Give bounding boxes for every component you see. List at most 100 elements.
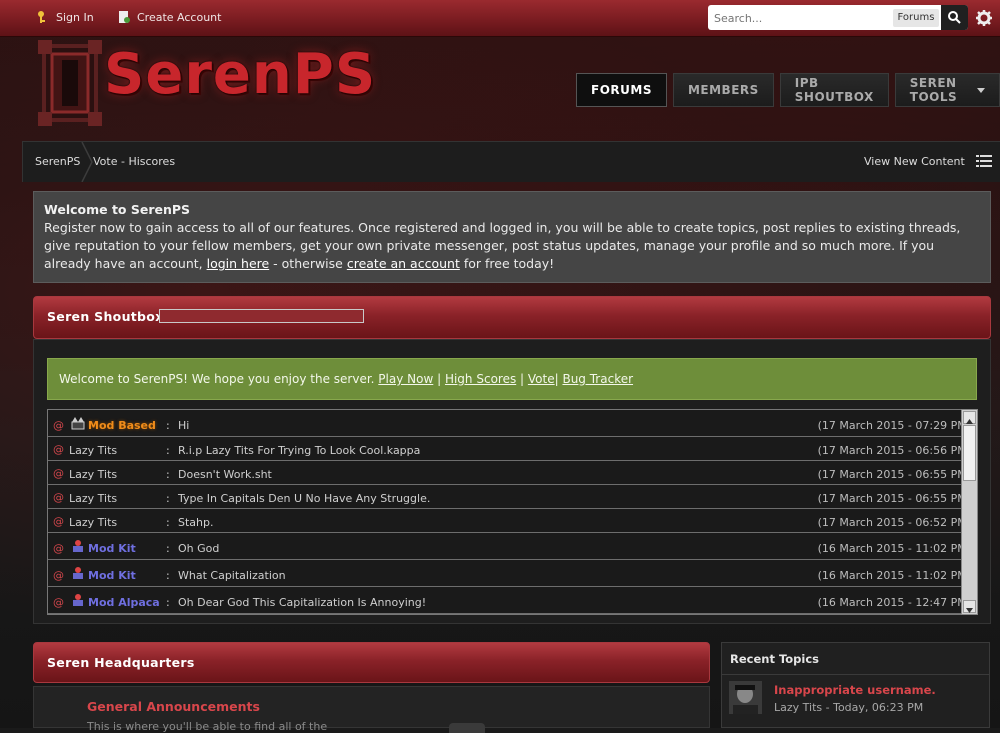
vote-link[interactable]: Vote [528, 372, 555, 386]
shout-time: (17 March 2015 - 07:29 PM) [817, 419, 971, 432]
tab-members[interactable]: MEMBERS [672, 73, 774, 107]
mention-icon[interactable]: @ [53, 515, 64, 528]
shout-user[interactable]: Lazy Tits [69, 444, 117, 457]
scroll-thumb[interactable] [963, 425, 976, 481]
breadcrumb-separator-icon [81, 142, 93, 182]
shout-row: @ Mod Alpaca : Oh Dear God This Capitali… [48, 587, 977, 614]
search-icon [948, 11, 961, 24]
tab-forums[interactable]: FORUMS [576, 73, 667, 107]
avatar[interactable] [729, 681, 762, 714]
category-title-link[interactable]: General Announcements [87, 699, 260, 714]
recent-topic-meta: Lazy Tits - Today, 06:23 PM [774, 701, 924, 714]
view-new-content-link[interactable]: View New Content [864, 155, 965, 168]
shout-user[interactable]: Lazy Tits [69, 492, 117, 505]
category-description: This is where you'll be able to find all… [87, 720, 328, 733]
shout-row: @ Lazy Tits : R.i.p Lazy Tits For Trying… [48, 437, 977, 461]
shout-time: (17 March 2015 - 06:55 PM) [817, 468, 971, 481]
create-account-label: Create Account [137, 10, 222, 24]
shout-list[interactable]: @ Mod Based : Hi (17 March 2015 - 07:29 … [47, 409, 978, 615]
welcome-box: Welcome to SerenPS Register now to gain … [33, 191, 991, 283]
scroll-down-button[interactable] [963, 600, 976, 613]
site-logo[interactable]: SerenPS [36, 40, 375, 148]
mention-icon[interactable]: @ [53, 542, 64, 555]
mod-rank-icon [73, 594, 83, 606]
tab-ipb-shoutbox[interactable]: IPB SHOUTBOX [779, 73, 889, 107]
shout-scrollbar[interactable] [961, 409, 978, 615]
search-button[interactable] [941, 5, 968, 30]
main-nav: FORUMS MEMBERS IPB SHOUTBOX SEREN TOOLS [576, 73, 1000, 107]
welcome-title: Welcome to SerenPS [44, 202, 191, 217]
shoutbox-title: Seren Shoutbox [47, 309, 164, 324]
mention-icon[interactable]: @ [53, 443, 64, 456]
mod-rank-icon [71, 417, 85, 430]
list-icon[interactable] [976, 155, 992, 167]
shout-time: (16 March 2015 - 12:47 PM) [817, 596, 971, 609]
shout-user[interactable]: Mod Alpaca [88, 596, 160, 609]
shout-time: (16 March 2015 - 11:02 PM) [817, 569, 971, 582]
shout-row: @ Lazy Tits : Type In Capitals Den U No … [48, 485, 977, 509]
shout-user[interactable]: Lazy Tits [69, 468, 117, 481]
search-scope-button[interactable]: Forums [893, 9, 939, 27]
shout-user[interactable]: Mod Kit [88, 542, 136, 555]
mention-icon[interactable]: @ [53, 491, 64, 504]
gear-icon[interactable] [975, 9, 993, 27]
shout-time: (17 March 2015 - 06:52 PM) [817, 516, 971, 529]
mention-icon[interactable]: @ [53, 596, 64, 609]
mention-icon[interactable]: @ [53, 467, 64, 480]
mod-rank-icon [73, 567, 83, 579]
logo-emblem-icon [38, 40, 102, 126]
login-link[interactable]: login here [207, 256, 270, 271]
recent-topics-panel: Recent Topics Inappropriate username. La… [721, 642, 990, 728]
shout-row: @ Lazy Tits : Doesn't Work.sht (17 March… [48, 461, 977, 485]
shout-user[interactable]: Mod Based [88, 419, 156, 432]
shout-time: (17 March 2015 - 06:56 PM) [817, 444, 971, 457]
logo-text: SerenPS [104, 42, 377, 107]
breadcrumb-home[interactable]: SerenPS [35, 155, 80, 168]
shout-text: Oh Dear God This Capitalization Is Annoy… [178, 596, 427, 609]
create-account-link[interactable]: Create Account [117, 10, 221, 24]
arrow-down-icon [966, 608, 973, 613]
breadcrumb-current[interactable]: Vote - Hiscores [93, 155, 175, 168]
search-input[interactable] [712, 9, 894, 28]
top-bar: Sign In Create Account Forums [0, 0, 1000, 37]
search-box: Forums [708, 5, 968, 30]
scroll-up-button[interactable] [963, 411, 976, 424]
create-account-inline-link[interactable]: create an account [347, 256, 460, 271]
key-icon [38, 11, 45, 23]
document-add-icon [119, 11, 130, 23]
shout-user[interactable]: Lazy Tits [69, 516, 117, 529]
recent-topics-header: Recent Topics [722, 643, 989, 675]
breadcrumb: SerenPS Vote - Hiscores View New Content [22, 141, 1000, 182]
shout-time: (17 March 2015 - 06:55 PM) [817, 492, 971, 505]
headquarters-title: Seren Headquarters [47, 655, 195, 670]
shout-row: @ Lazy Tits : Stahp. (17 March 2015 - 06… [48, 509, 977, 533]
headquarters-header: Seren Headquarters [33, 642, 710, 683]
mention-icon[interactable]: @ [53, 569, 64, 582]
forum-status-icon [449, 723, 485, 733]
recent-topics-title: Recent Topics [730, 652, 820, 666]
shout-text: Doesn't Work.sht [178, 468, 272, 481]
shout-row: @ Mod Based : Hi (17 March 2015 - 07:29 … [48, 410, 977, 437]
forum-category-row: General Announcements This is where you'… [33, 686, 710, 733]
mention-icon[interactable]: @ [53, 419, 64, 432]
shout-text: Type In Capitals Den U No Have Any Strug… [178, 492, 431, 505]
shoutbox-header: Seren Shoutbox [33, 296, 991, 339]
shout-row: @ Mod Kit : What Capitalization (16 Marc… [48, 560, 977, 587]
sign-in-link[interactable]: Sign In [36, 10, 94, 24]
shout-user[interactable]: Mod Kit [88, 569, 136, 582]
sign-in-label: Sign In [56, 10, 94, 24]
tab-seren-tools[interactable]: SEREN TOOLS [894, 73, 1000, 107]
recent-topic-link[interactable]: Inappropriate username. [774, 683, 936, 697]
shout-text: Stahp. [178, 516, 214, 529]
shout-text: R.i.p Lazy Tits For Trying To Look Cool.… [178, 444, 421, 457]
bug-tracker-link[interactable]: Bug Tracker [562, 372, 633, 386]
shoutbox-panel: Welcome to SerenPS! We hope you enjoy th… [33, 339, 991, 624]
play-now-link[interactable]: Play Now [378, 372, 433, 386]
chevron-down-icon [977, 87, 985, 93]
high-scores-link[interactable]: High Scores [445, 372, 516, 386]
shout-row: @ Mod Kit : Oh God (16 March 2015 - 11:0… [48, 533, 977, 560]
shout-time: (16 March 2015 - 11:02 PM) [817, 542, 971, 555]
welcome-text: Register now to gain access to all of ou… [44, 220, 961, 271]
mod-rank-icon [73, 540, 83, 552]
shout-text: What Capitalization [178, 569, 286, 582]
